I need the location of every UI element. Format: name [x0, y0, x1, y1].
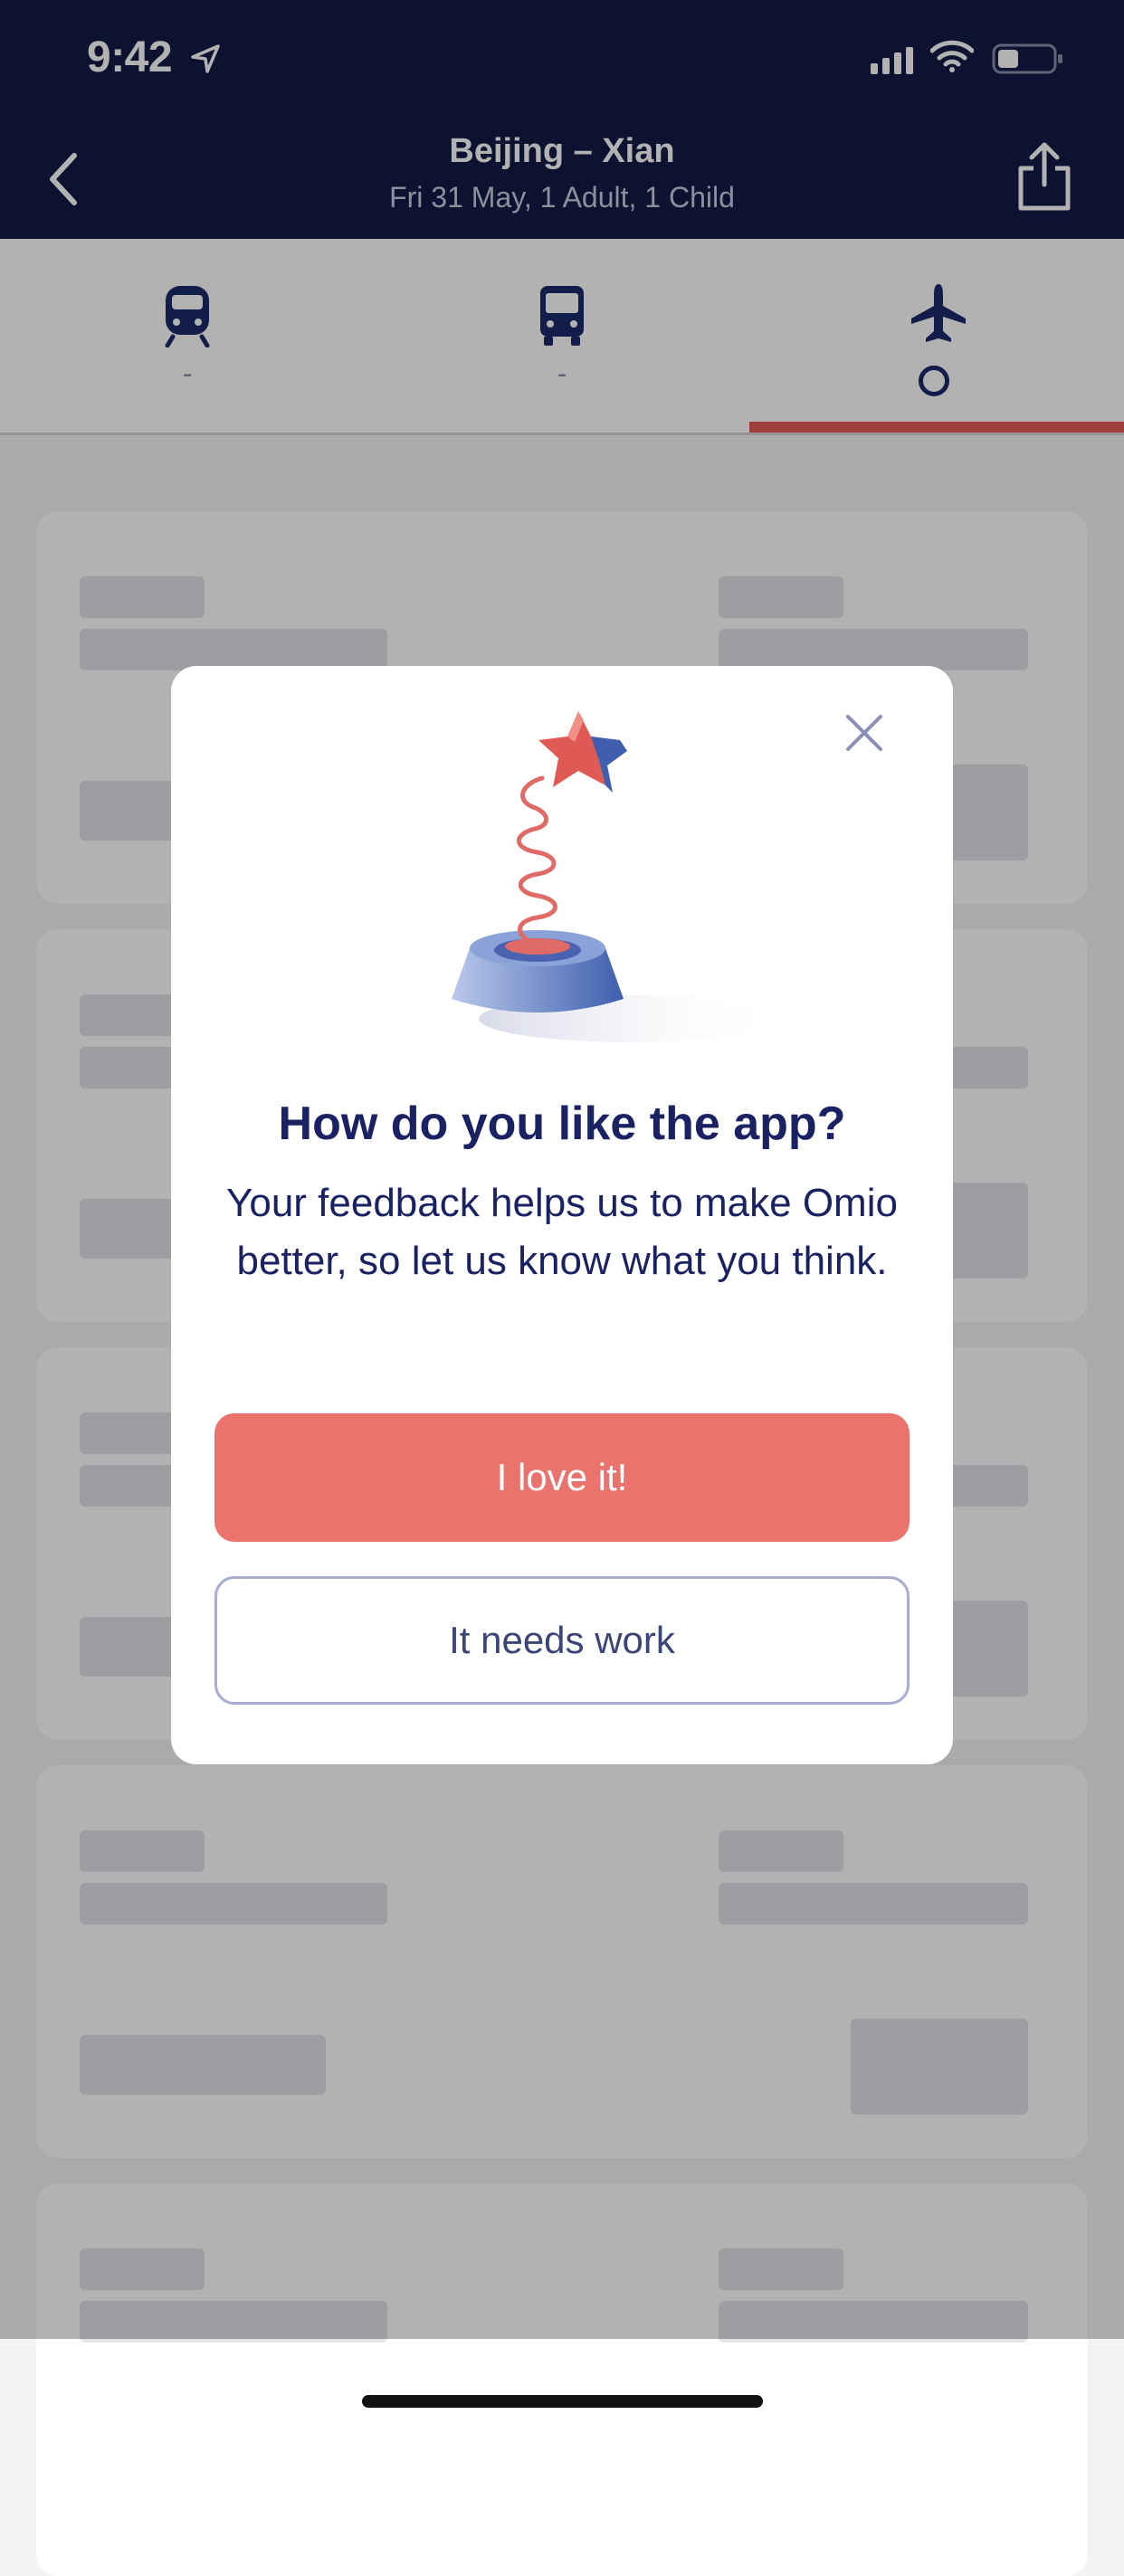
close-icon[interactable] — [839, 708, 890, 758]
dialog-title: How do you like the app? — [278, 1098, 846, 1150]
rating-dialog: How do you like the app? Your feedback h… — [171, 666, 953, 1764]
needs-work-button[interactable]: It needs work — [214, 1576, 910, 1705]
love-it-button[interactable]: I love it! — [214, 1413, 910, 1542]
dialog-message: Your feedback helps us to make Omio bett… — [226, 1181, 898, 1283]
star-spring-illustration — [452, 711, 786, 1042]
home-indicator — [362, 2395, 763, 2408]
